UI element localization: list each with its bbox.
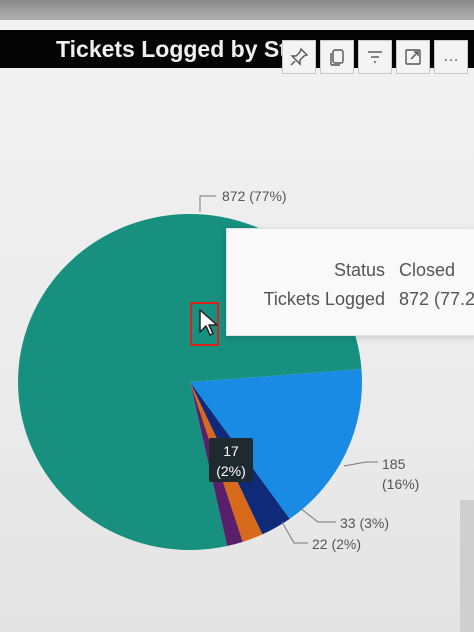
- slice-label-17: 17 (2%): [209, 438, 253, 482]
- tooltip-count-value: 872 (77.2: [399, 289, 474, 309]
- leader-line-22: [281, 521, 308, 544]
- leader-line-closed: [199, 195, 216, 212]
- slice-label-closed: 872 (77%): [222, 188, 287, 204]
- leader-line-185: [343, 461, 378, 467]
- slice-label-185: 185 (16%): [382, 454, 419, 494]
- chart-tooltip: Status Closed Tickets Logged 872 (77.2: [226, 228, 474, 336]
- slice-label-17-percent: (2%): [216, 463, 246, 479]
- slice-label-22: 22 (2%): [312, 536, 362, 552]
- slice-label-185-value: 185: [382, 456, 406, 472]
- tooltip-status-key: Status: [333, 260, 385, 280]
- tooltip-count-key: Tickets Logged: [263, 289, 385, 309]
- leader-line-33: [299, 507, 336, 523]
- screen-edge: [460, 500, 474, 632]
- slice-label-33: 33 (3%): [340, 515, 390, 531]
- slice-label-185-percent: (16%): [382, 476, 420, 492]
- tooltip-status-value: Closed: [399, 260, 456, 280]
- mouse-cursor-icon: [199, 309, 218, 336]
- slice-label-17-value: 17: [223, 443, 239, 459]
